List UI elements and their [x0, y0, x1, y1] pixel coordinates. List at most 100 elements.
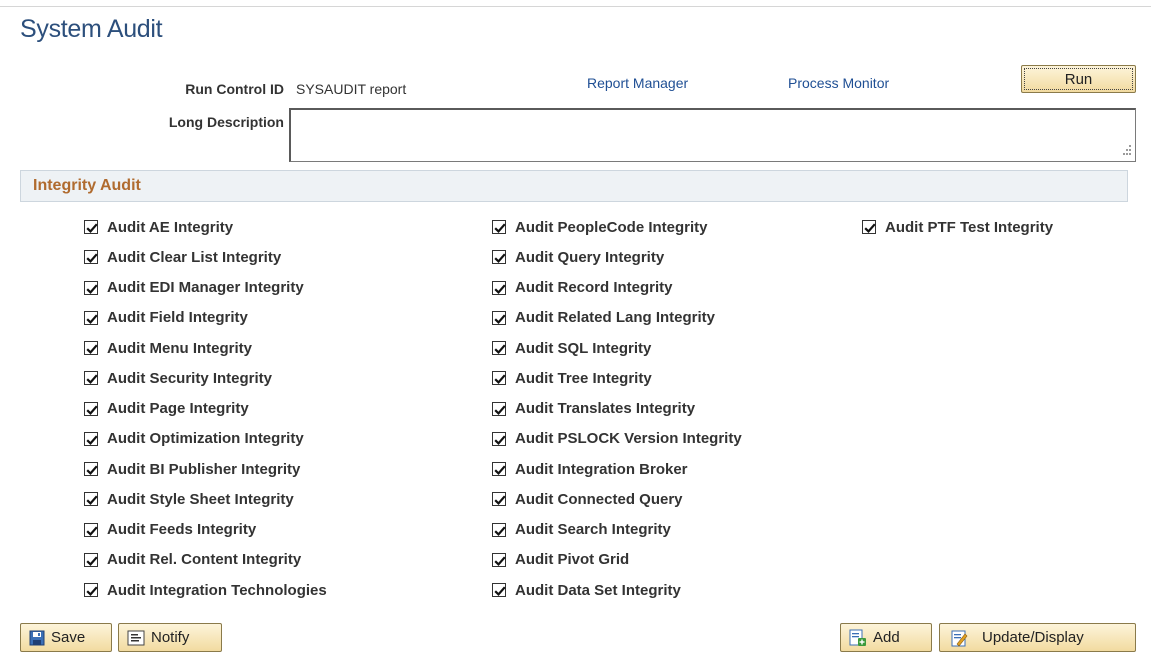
checkmark-icon	[494, 374, 506, 385]
checkbox-box[interactable]	[84, 431, 98, 446]
checkbox-box[interactable]	[492, 280, 506, 295]
checkbox-audit-feeds-integrity[interactable]: Audit Feeds Integrity	[84, 519, 256, 541]
checkbox-audit-rel-content-integrity[interactable]: Audit Rel. Content Integrity	[84, 549, 301, 571]
checkbox-audit-security-integrity[interactable]: Audit Security Integrity	[84, 367, 272, 389]
checkbox-audit-clear-list-integrity[interactable]: Audit Clear List Integrity	[84, 246, 281, 268]
checkbox-box[interactable]	[492, 583, 506, 597]
checkbox-box[interactable]	[84, 583, 98, 597]
checkbox-audit-connected-query[interactable]: Audit Connected Query	[492, 488, 683, 510]
checkbox-audit-field-integrity[interactable]: Audit Field Integrity	[84, 307, 248, 329]
notify-icon	[127, 630, 145, 646]
checkbox-box[interactable]	[492, 250, 506, 265]
checkmark-icon	[494, 283, 506, 294]
checkbox-label: Audit Translates Integrity	[515, 400, 696, 417]
checkbox-audit-menu-integrity[interactable]: Audit Menu Integrity	[84, 337, 252, 359]
checkbox-audit-integration-broker[interactable]: Audit Integration Broker	[492, 458, 688, 480]
checkbox-audit-ptf-test-integrity[interactable]: Audit PTF Test Integrity	[862, 216, 1053, 238]
update-display-label: Update/Display	[982, 629, 1084, 646]
checkbox-box[interactable]	[84, 552, 98, 567]
resize-grip-icon[interactable]	[1118, 142, 1132, 158]
checkmark-icon	[494, 223, 506, 233]
checkbox-audit-optimization-integrity[interactable]: Audit Optimization Integrity	[84, 428, 304, 450]
run-control-id-label: Run Control ID	[185, 81, 284, 97]
add-icon	[849, 629, 867, 647]
checkbox-box[interactable]	[84, 492, 98, 507]
checkbox-box[interactable]	[84, 341, 98, 355]
save-button[interactable]: Save	[20, 623, 112, 652]
checkbox-box[interactable]	[492, 552, 506, 567]
notify-button[interactable]: Notify	[118, 623, 222, 652]
section-title: Integrity Audit	[33, 177, 141, 194]
checkbox-box[interactable]	[84, 401, 98, 416]
checkmark-icon	[494, 253, 506, 264]
checkbox-audit-page-integrity[interactable]: Audit Page Integrity	[84, 398, 249, 420]
checkbox-label: Audit Page Integrity	[107, 400, 249, 417]
checkbox-audit-bi-publisher-integrity[interactable]: Audit BI Publisher Integrity	[84, 458, 300, 480]
checkbox-audit-record-integrity[interactable]: Audit Record Integrity	[492, 277, 673, 299]
update-display-icon	[950, 629, 968, 647]
checkbox-box[interactable]	[492, 310, 506, 325]
checkbox-audit-search-integrity[interactable]: Audit Search Integrity	[492, 519, 671, 541]
checkbox-label: Audit Pivot Grid	[515, 551, 630, 569]
checkbox-box[interactable]	[492, 522, 506, 537]
checkbox-label: Audit Security Integrity	[107, 369, 273, 387]
checkbox-audit-data-set-integrity[interactable]: Audit Data Set Integrity	[492, 579, 681, 601]
report-manager-link[interactable]: Report Manager	[587, 75, 688, 91]
process-monitor-link[interactable]: Process Monitor	[788, 75, 889, 91]
checkmark-icon	[86, 556, 98, 566]
checkbox-box[interactable]	[492, 431, 506, 446]
checkbox-box[interactable]	[492, 371, 506, 386]
checkbox-box[interactable]	[84, 250, 98, 265]
checkbox-audit-pivot-grid[interactable]: Audit Pivot Grid	[492, 549, 629, 571]
add-button[interactable]: Add	[840, 623, 932, 652]
checkbox-box[interactable]	[84, 280, 98, 295]
checkbox-label: Audit Search Integrity	[515, 521, 671, 538]
checkbox-audit-translates-integrity[interactable]: Audit Translates Integrity	[492, 398, 695, 420]
checkmark-icon	[86, 283, 98, 294]
checkbox-audit-style-sheet-integrity[interactable]: Audit Style Sheet Integrity	[84, 488, 294, 510]
checkmark-icon	[494, 314, 506, 324]
checkbox-audit-pslock-version-integrity[interactable]: Audit PSLOCK Version Integrity	[492, 428, 742, 450]
checkmark-icon	[86, 465, 98, 475]
checkmark-icon	[494, 404, 506, 415]
update-display-button[interactable]: Update/Display	[939, 623, 1136, 652]
checkbox-label: Audit EDI Manager Integrity	[107, 279, 304, 296]
checkbox-audit-sql-integrity[interactable]: Audit SQL Integrity	[492, 337, 651, 359]
checkbox-label: Audit Optimization Integrity	[107, 430, 304, 448]
checkmark-icon	[86, 525, 98, 536]
checkbox-box[interactable]	[862, 220, 876, 234]
checkbox-label: Audit Related Lang Integrity	[515, 309, 716, 327]
checkbox-audit-edi-manager-integrity[interactable]: Audit EDI Manager Integrity	[84, 277, 304, 299]
checkbox-audit-tree-integrity[interactable]: Audit Tree Integrity	[492, 367, 652, 389]
checkbox-box[interactable]	[492, 341, 506, 355]
checkbox-box[interactable]	[492, 401, 506, 416]
checkbox-audit-related-lang-integrity[interactable]: Audit Related Lang Integrity	[492, 307, 715, 329]
checkbox-box[interactable]	[84, 220, 98, 234]
run-button[interactable]: Run	[1021, 65, 1136, 93]
checkbox-box[interactable]	[84, 522, 98, 537]
checkmark-icon	[86, 586, 98, 596]
checkbox-label: Audit Connected Query	[515, 490, 683, 508]
checkbox-box[interactable]	[84, 371, 98, 386]
checkbox-audit-integration-technologies[interactable]: Audit Integration Technologies	[84, 579, 327, 601]
checkbox-box[interactable]	[492, 462, 506, 476]
integrity-audit-section-header: Integrity Audit	[20, 170, 1128, 202]
checkbox-audit-peoplecode-integrity[interactable]: Audit PeopleCode Integrity	[492, 216, 708, 238]
checkbox-label: Audit SQL Integrity	[515, 339, 652, 357]
notify-label: Notify	[151, 629, 190, 646]
checkmark-icon	[494, 465, 506, 475]
checkbox-label: Audit AE Integrity	[107, 218, 234, 236]
checkbox-box[interactable]	[492, 492, 506, 507]
run-control-id-value: SYSAUDIT report	[296, 81, 407, 97]
checkbox-label: Audit Data Set Integrity	[515, 581, 681, 599]
checkbox-label: Audit Integration Broker	[515, 460, 688, 478]
checkbox-box[interactable]	[84, 462, 98, 476]
checkmark-icon	[494, 525, 506, 536]
checkbox-box[interactable]	[492, 220, 506, 234]
checkbox-audit-query-integrity[interactable]: Audit Query Integrity	[492, 246, 664, 268]
long-description-textarea[interactable]	[289, 108, 1136, 162]
checkbox-label: Audit Integration Technologies	[107, 581, 327, 599]
checkbox-audit-ae-integrity[interactable]: Audit AE Integrity	[84, 216, 233, 238]
checkbox-label: Audit Clear List Integrity	[107, 248, 282, 266]
checkbox-box[interactable]	[84, 310, 98, 325]
